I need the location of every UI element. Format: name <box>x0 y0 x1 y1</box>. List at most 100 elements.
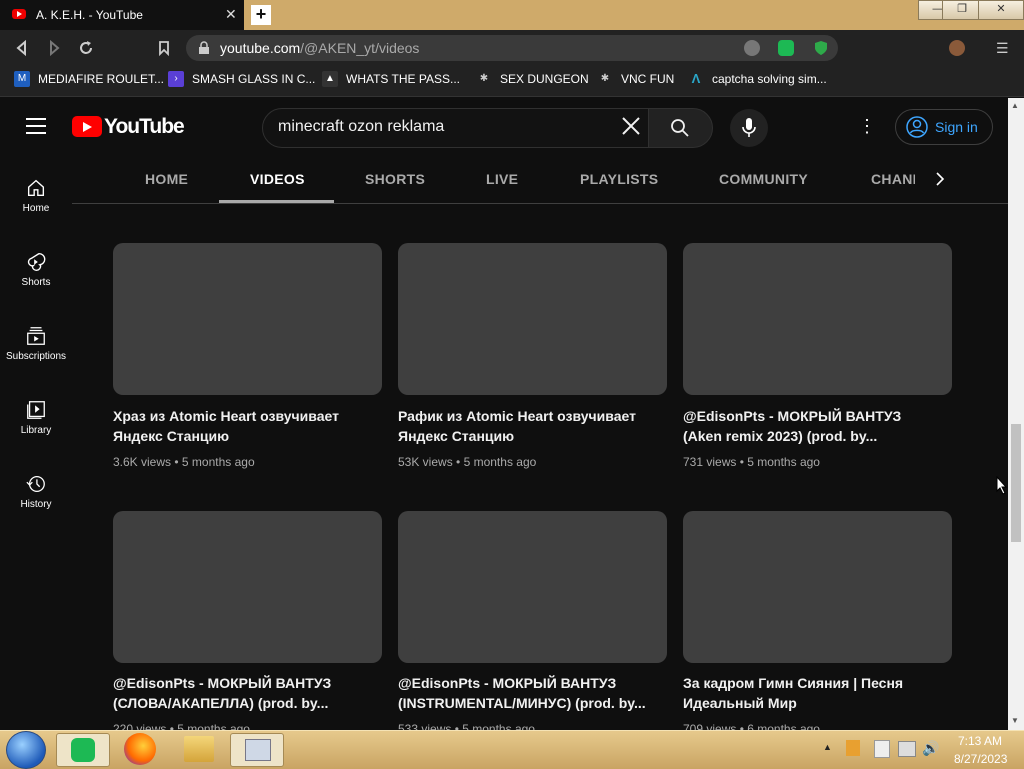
tabs-next-chevron-icon[interactable] <box>930 169 950 194</box>
shorts-icon <box>27 253 46 271</box>
close-window-button[interactable]: ✕ <box>978 0 1024 20</box>
scroll-down-icon[interactable]: ▼ <box>1011 716 1019 725</box>
extension-shield-icon[interactable] <box>814 40 828 61</box>
bookmark-icon[interactable] <box>154 38 174 58</box>
guide-menu-icon[interactable] <box>26 118 46 134</box>
bookmark-whats-the-pass[interactable]: WHATS THE PASS... <box>346 72 460 86</box>
extension-record-icon[interactable] <box>744 40 760 56</box>
sidebar-item-subscriptions[interactable]: Subscriptions <box>0 325 72 362</box>
tab-community[interactable]: COMMUNITY <box>719 171 808 187</box>
forward-icon[interactable] <box>44 38 64 58</box>
firefox-icon[interactable] <box>124 733 156 765</box>
window-app-icon <box>245 739 271 761</box>
settings-kebab-icon[interactable]: ⋮ <box>858 116 876 137</box>
a-logo-icon[interactable]: Λ <box>688 71 704 87</box>
scroll-up-icon[interactable]: ▲ <box>1011 101 1019 110</box>
bug-icon[interactable]: ✱ <box>476 71 492 87</box>
video-title[interactable]: За кадром Гимн Сияния | Песня Идеальный М… <box>683 673 943 713</box>
volume-icon[interactable]: 🔊 <box>922 740 939 757</box>
video-meta: 3.6K views • 5 months ago <box>113 455 255 469</box>
video-title-line: Идеальный Мир <box>683 695 797 711</box>
youtube-logo-icon[interactable] <box>72 116 102 137</box>
video-thumbnail[interactable] <box>113 243 382 395</box>
tab-channels[interactable]: CHANI <box>871 171 915 187</box>
url-path: /@AKEN_yt/videos <box>300 40 420 56</box>
video-thumbnail[interactable] <box>398 511 667 663</box>
bookmark-mediafire[interactable]: MEDIAFIRE ROULET... <box>38 72 164 86</box>
lock-logo-icon[interactable]: ▲ <box>322 71 338 87</box>
mouse-cursor-icon <box>996 475 1008 500</box>
sidebar-label-shorts: Shorts <box>21 277 51 288</box>
video-title-line: Яндекс Станцию <box>113 428 230 444</box>
sidebar-item-history[interactable]: History <box>0 473 72 510</box>
sidebar-item-library[interactable]: Library <box>0 399 72 436</box>
maximize-button[interactable]: ❐ <box>942 0 982 20</box>
video-thumbnail[interactable] <box>683 511 952 663</box>
sign-in-button[interactable]: Sign in <box>895 109 993 145</box>
bookmark-captcha[interactable]: captcha solving sim... <box>712 72 827 86</box>
start-button[interactable] <box>6 731 46 769</box>
search-input[interactable]: minecraft ozon reklama <box>278 118 444 136</box>
profile-avatar[interactable] <box>949 40 965 56</box>
video-thumbnail[interactable] <box>398 243 667 395</box>
action-center-flag-icon[interactable] <box>874 740 890 758</box>
scrollbar-thumb[interactable] <box>1011 424 1021 542</box>
clear-search-icon[interactable] <box>620 113 642 144</box>
tab-videos[interactable]: VIDEOS <box>250 171 305 187</box>
video-title[interactable]: Храз из Atomic Heart озвучивает Яндекс Ст… <box>113 406 373 446</box>
chevron-logo-icon[interactable]: › <box>168 71 184 87</box>
video-title-line: (Aken remix 2023) (prod. by... <box>683 428 878 444</box>
voice-search-button[interactable] <box>730 109 768 147</box>
browser-tab[interactable]: A. K.E.H. - YouTube ✕ <box>0 0 244 30</box>
network-icon[interactable] <box>898 741 916 757</box>
reload-icon[interactable] <box>76 38 96 58</box>
tab-shorts[interactable]: SHORTS <box>365 171 425 187</box>
video-thumbnail[interactable] <box>683 243 952 395</box>
lock-icon[interactable] <box>198 41 210 60</box>
video-thumbnail[interactable] <box>113 511 382 663</box>
tray-app-icon[interactable] <box>846 740 860 756</box>
subscriptions-icon <box>27 327 45 345</box>
sidebar-label-home: Home <box>22 203 50 214</box>
tray-expand-icon[interactable]: ▲ <box>823 742 832 752</box>
url-text[interactable]: youtube.com/@AKEN_yt/videos <box>220 40 419 56</box>
url-host: youtube.com <box>220 40 301 56</box>
taskbar-notes-app[interactable] <box>56 733 110 767</box>
video-title[interactable]: @EdisonPts - МОКРЫЙ ВАНТУЗ (INSTRUMENTAL/… <box>398 673 658 713</box>
bookmark-smash-glass[interactable]: SMASH GLASS IN C... <box>192 72 315 86</box>
search-button[interactable] <box>648 108 713 148</box>
sign-in-label: Sign in <box>935 119 978 135</box>
video-views: 53K views <box>398 455 453 469</box>
clock-date[interactable]: 8/27/2023 <box>954 752 1007 766</box>
sidebar-item-shorts[interactable]: Shorts <box>0 251 72 288</box>
tab-live[interactable]: LIVE <box>486 171 518 187</box>
mediafire-icon[interactable]: M <box>14 71 30 87</box>
browser-menu-icon[interactable]: ☰ <box>996 40 1009 57</box>
video-title-line: (СЛОВА/АКАПЕЛЛА) (prod. by... <box>113 695 329 711</box>
sidebar-label-history: History <box>20 499 52 510</box>
video-title[interactable]: @EdisonPts - МОКРЫЙ ВАНТУЗ (Aken remix 20… <box>683 406 943 446</box>
bookmark-sex-dungeon[interactable]: SEX DUNGEON <box>500 72 589 86</box>
back-icon[interactable] <box>12 38 32 58</box>
bug-icon[interactable]: ✱ <box>597 71 613 87</box>
sidebar-item-home[interactable]: Home <box>0 177 72 214</box>
video-title[interactable]: @EdisonPts - МОКРЫЙ ВАНТУЗ (СЛОВА/АКАПЕЛЛ… <box>113 673 373 713</box>
bookmark-vnc-fun[interactable]: VNC FUN <box>621 72 674 86</box>
video-meta: 731 views • 5 months ago <box>683 455 820 469</box>
clock-time[interactable]: 7:13 AM <box>958 734 1002 748</box>
taskbar-window-app[interactable] <box>230 733 284 767</box>
video-title[interactable]: Рафик из Atomic Heart озвучивает Яндекс С… <box>398 406 658 446</box>
video-age: 5 months ago <box>747 455 820 469</box>
video-title-line: @EdisonPts - МОКРЫЙ ВАНТУЗ <box>113 675 332 691</box>
new-tab-button[interactable]: + <box>251 5 271 25</box>
video-title-line: За кадром Гимн Сияния | Песня <box>683 675 904 691</box>
tab-playlists[interactable]: PLAYLISTS <box>580 171 658 187</box>
video-views: 3.6K views <box>113 455 172 469</box>
extension-green-icon[interactable] <box>778 40 794 56</box>
tab-close-icon[interactable]: ✕ <box>225 6 237 23</box>
file-explorer-icon[interactable] <box>184 736 214 762</box>
page-scrollbar[interactable] <box>1008 98 1024 730</box>
tabs-divider <box>72 203 1008 204</box>
youtube-wordmark[interactable]: YouTube <box>104 115 185 139</box>
tab-home[interactable]: HOME <box>145 171 188 187</box>
